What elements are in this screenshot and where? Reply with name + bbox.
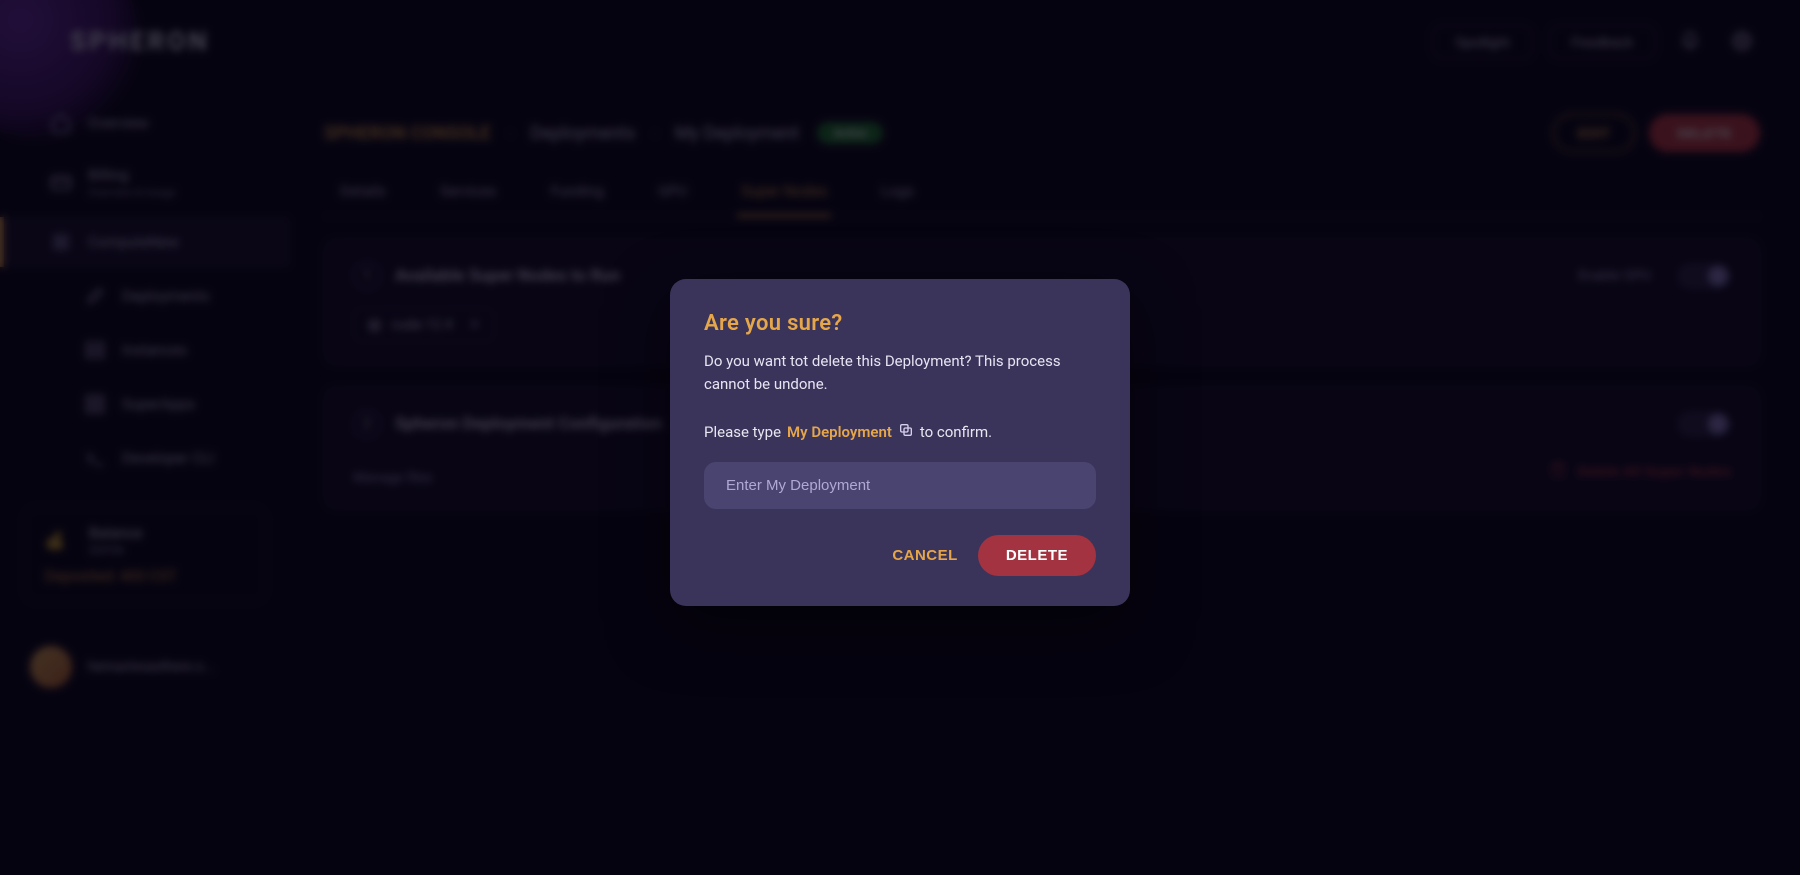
confirm-prefix: Please type	[704, 423, 781, 441]
modal-body: Do you want tot delete this Deployment? …	[704, 350, 1096, 397]
modal-actions: CANCEL DELETE	[704, 535, 1096, 576]
modal-overlay[interactable]: Are you sure? Do you want tot delete thi…	[0, 0, 1800, 875]
confirm-keyword: My Deployment	[787, 423, 892, 441]
confirm-delete-button[interactable]: DELETE	[978, 535, 1096, 576]
confirm-input[interactable]	[704, 462, 1096, 509]
confirm-suffix: to confirm.	[920, 423, 992, 441]
copy-icon[interactable]	[898, 422, 914, 442]
modal-confirm-line: Please type My Deployment to confirm.	[704, 422, 1096, 442]
modal-title: Are you sure?	[704, 311, 1096, 336]
confirm-delete-modal: Are you sure? Do you want tot delete thi…	[670, 279, 1130, 607]
cancel-button[interactable]: CANCEL	[892, 547, 958, 564]
